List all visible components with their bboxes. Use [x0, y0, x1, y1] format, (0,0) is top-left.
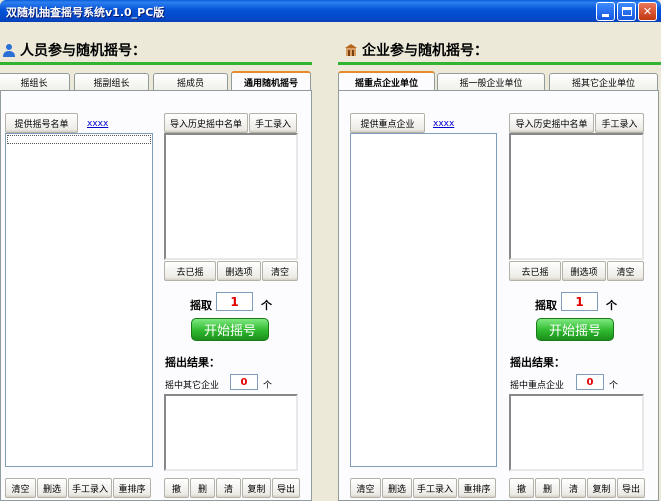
tab-person-member[interactable]: 摇成员	[153, 73, 228, 91]
enterprise-clear-history-button[interactable]: 清空	[607, 261, 644, 281]
enterprise-manual-entry-button[interactable]: 手工录入	[595, 113, 644, 133]
person-result-count-label: 摇中其它企业	[165, 381, 220, 391]
tab-person-general[interactable]: 通用随机摇号	[231, 71, 311, 91]
enterprise-undo-button[interactable]: 撤	[509, 478, 534, 498]
person-draw-count-input[interactable]: 1	[216, 292, 253, 311]
enterprise-reorder-button[interactable]: 重排序	[458, 478, 496, 498]
person-start-draw-button[interactable]: 开始摇号	[191, 318, 269, 341]
enterprise-result-clear-button[interactable]: 清	[561, 478, 586, 498]
enterprise-result-count-value: 0	[576, 374, 604, 390]
enterprise-export-button[interactable]: 导出	[617, 478, 645, 498]
person-result-count-unit: 个	[263, 381, 273, 391]
person-heading-underline	[0, 62, 312, 65]
maximize-icon	[621, 7, 632, 16]
person-reorder-button[interactable]: 重排序	[113, 478, 151, 498]
tab-person-deputy[interactable]: 摇副组长	[74, 73, 149, 91]
person-import-history-button[interactable]: 导入历史摇中名单	[164, 113, 248, 133]
enterprise-history-list[interactable]	[509, 133, 644, 260]
person-list-focus-row	[7, 135, 151, 144]
person-draw-unit: 个	[261, 299, 272, 312]
person-result-label: 摇出结果：	[165, 356, 220, 369]
enterprise-panel: 提供重点企业 xxxx 导入历史摇中名单 手工录入 去已摇 删选项 清空 摇取 …	[338, 90, 659, 501]
enterprise-remove-drawn-button[interactable]: 去已摇	[509, 261, 561, 281]
enterprise-result-delete-button[interactable]: 删	[535, 478, 560, 498]
person-clear-list-button[interactable]: 清空	[5, 478, 36, 498]
enterprise-result-count-unit: 个	[609, 381, 619, 391]
tab-enterprise-other[interactable]: 摇其它企业单位	[549, 73, 658, 91]
person-copy-button[interactable]: 复制	[242, 478, 271, 498]
enterprise-delete-choice-button[interactable]: 删选	[382, 478, 412, 498]
enterprise-tabbar: 摇重点企业单位 摇一般企业单位 摇其它企业单位	[338, 71, 661, 91]
window-title: 双随机抽查摇号系统v1.0_PC版	[6, 6, 165, 19]
tab-person-leader[interactable]: 摇组长	[0, 73, 70, 91]
person-provide-list-button[interactable]: 提供摇号名单	[5, 113, 78, 133]
minimize-icon	[602, 13, 609, 17]
person-xxxx-link[interactable]: xxxx	[87, 119, 108, 129]
enterprise-candidate-list[interactable]	[350, 133, 497, 467]
person-heading-text: 人员参与随机摇号：	[20, 43, 146, 59]
tab-enterprise-key[interactable]: 摇重点企业单位	[338, 71, 435, 91]
person-remove-drawn-button[interactable]: 去已摇	[164, 261, 216, 281]
person-result-clear-button[interactable]: 清	[216, 478, 241, 498]
tab-enterprise-general[interactable]: 摇一般企业单位	[437, 73, 545, 91]
minimize-button[interactable]	[596, 2, 615, 21]
person-delete-selected-button[interactable]: 删选项	[217, 261, 261, 281]
enterprise-draw-unit: 个	[606, 299, 617, 312]
maximize-button[interactable]	[617, 2, 636, 21]
enterprise-import-history-button[interactable]: 导入历史摇中名单	[509, 113, 594, 133]
close-button[interactable]: ✕	[638, 2, 657, 21]
building-icon	[344, 43, 358, 57]
person-result-count-value: 0	[230, 374, 258, 390]
person-list-manual-entry-button[interactable]: 手工录入	[68, 478, 112, 498]
person-manual-entry-button[interactable]: 手工录入	[249, 113, 297, 133]
person-result-delete-button[interactable]: 删	[190, 478, 215, 498]
person-icon	[2, 43, 16, 57]
person-result-list[interactable]	[164, 394, 298, 471]
person-history-list[interactable]	[164, 133, 298, 260]
person-panel: 提供摇号名单 xxxx 导入历史摇中名单 手工录入 去已摇 删选项 清空 摇取 …	[0, 90, 312, 501]
enterprise-start-draw-button[interactable]: 开始摇号	[536, 318, 614, 341]
enterprise-clear-list-button[interactable]: 清空	[350, 478, 381, 498]
enterprise-heading-underline	[338, 62, 661, 65]
enterprise-provide-key-button[interactable]: 提供重点企业	[350, 113, 425, 133]
person-export-button[interactable]: 导出	[272, 478, 300, 498]
enterprise-section-heading: 企业参与随机摇号：	[344, 40, 488, 60]
person-undo-button[interactable]: 撤	[164, 478, 189, 498]
person-delete-choice-button[interactable]: 删选	[37, 478, 67, 498]
enterprise-result-list[interactable]	[509, 394, 644, 471]
enterprise-result-label: 摇出结果：	[510, 356, 565, 369]
enterprise-draw-label: 摇取	[535, 299, 557, 312]
enterprise-list-manual-entry-button[interactable]: 手工录入	[413, 478, 457, 498]
window-titlebar: 双随机抽查摇号系统v1.0_PC版 ✕	[0, 0, 661, 22]
enterprise-heading-text: 企业参与随机摇号：	[362, 43, 488, 59]
person-clear-history-button[interactable]: 清空	[262, 261, 298, 281]
enterprise-xxxx-link[interactable]: xxxx	[433, 119, 454, 129]
enterprise-result-count-label: 摇中重点企业	[510, 381, 565, 391]
enterprise-copy-button[interactable]: 复制	[587, 478, 616, 498]
close-icon: ✕	[642, 5, 653, 18]
person-tabbar: 摇组长 摇副组长 摇成员 通用随机摇号	[0, 71, 312, 91]
person-section-heading: 人员参与随机摇号：	[2, 40, 146, 60]
person-candidate-list[interactable]	[5, 133, 153, 467]
person-draw-label: 摇取	[190, 299, 212, 312]
enterprise-delete-selected-button[interactable]: 删选项	[562, 261, 606, 281]
enterprise-draw-count-input[interactable]: 1	[561, 292, 598, 311]
